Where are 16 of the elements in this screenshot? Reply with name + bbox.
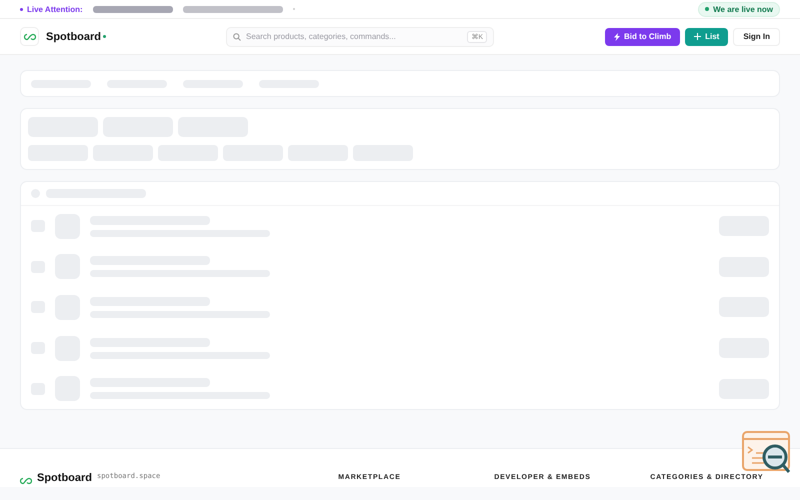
brand-name[interactable]: Spotboard — [37, 472, 92, 487]
brand-name[interactable]: Spotboard — [46, 30, 101, 42]
search-icon — [233, 32, 241, 40]
infinity-logo-icon — [24, 32, 36, 40]
signin-button[interactable]: Sign In — [733, 28, 780, 46]
logo-badge[interactable] — [20, 27, 39, 46]
status-dot-icon — [103, 35, 106, 38]
ticker-label: Live Attention: — [27, 4, 83, 14]
plus-icon — [694, 33, 702, 40]
live-text: We are live now — [713, 4, 773, 14]
search-placeholder: Search products, categories, commands... — [246, 32, 396, 41]
lightning-icon — [614, 32, 620, 40]
infinity-logo-icon — [20, 476, 32, 484]
bid-button[interactable]: Bid to Climb — [604, 28, 680, 46]
status-dot-icon — [20, 8, 23, 10]
status-dot-icon — [705, 7, 710, 11]
